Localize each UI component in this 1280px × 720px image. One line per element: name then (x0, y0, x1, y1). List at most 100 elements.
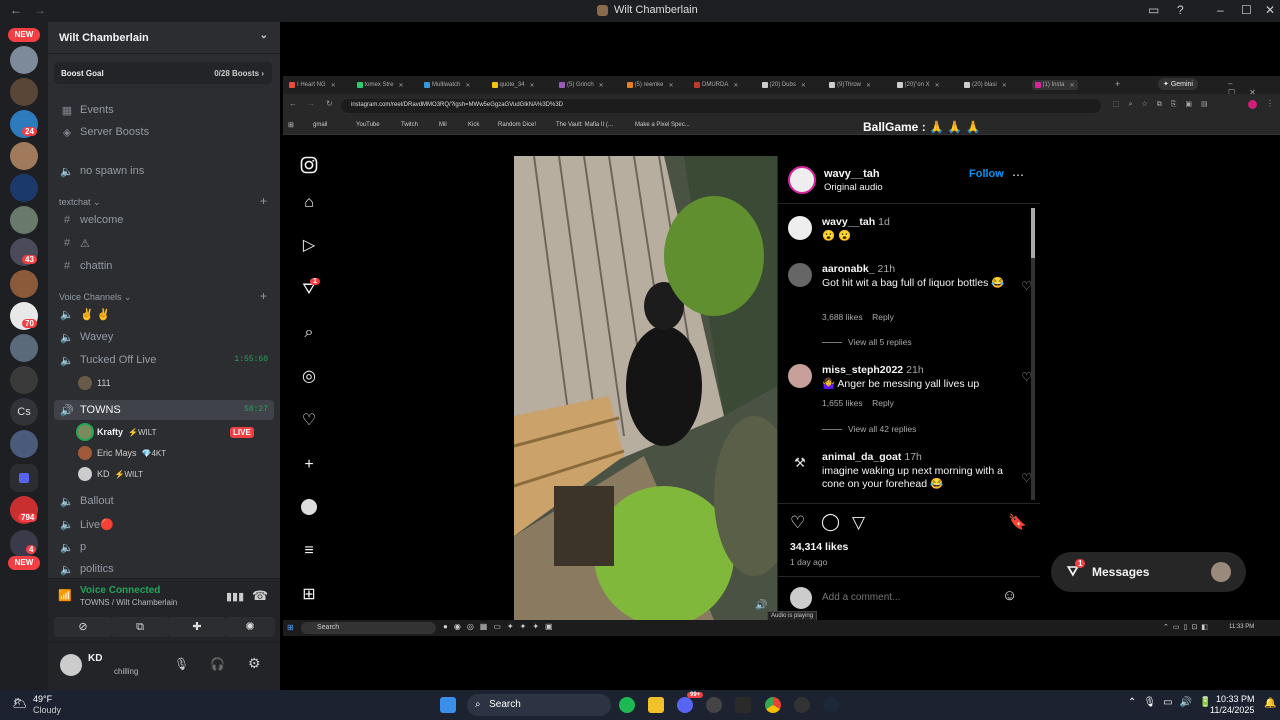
save-icon[interactable]: 🔖 (1008, 513, 1027, 531)
like-comment-icon[interactable]: ♡ (1021, 370, 1032, 384)
browser-tab[interactable]: (20) blasi ✕ (964, 80, 1007, 90)
forward-icon[interactable]: → (307, 99, 315, 108)
steam-icon[interactable] (823, 697, 839, 713)
server-icon[interactable] (10, 334, 38, 362)
gemini-button[interactable]: ✦ Gemini (1158, 78, 1198, 90)
browser-tab[interactable]: DMURDA ✕ (694, 80, 738, 90)
author-avatar[interactable] (788, 166, 816, 194)
audio-icon[interactable]: 🔊 (755, 600, 767, 611)
server-icon[interactable] (10, 530, 38, 558)
avatar[interactable] (788, 263, 812, 287)
bookmark-kick[interactable]: Kick (468, 122, 479, 128)
tab-close-icon[interactable]: ✕ (733, 82, 738, 89)
author-name[interactable]: wavy__tah (824, 168, 880, 180)
avatar[interactable] (788, 216, 812, 240)
profile-icon[interactable] (300, 498, 318, 516)
more-menu-icon[interactable]: ≡ (300, 542, 318, 560)
voice-user-kd[interactable]: KD ⚡WILT (78, 465, 143, 483)
bookmark-gmail[interactable]: gmail (313, 122, 327, 128)
server-icon[interactable] (10, 270, 38, 298)
events-item[interactable]: ▦ Events (60, 101, 114, 119)
browser-tab[interactable]: (20) Dubs ✕ (761, 80, 806, 90)
share-icon[interactable]: ▽ (852, 513, 865, 533)
tab-close-icon[interactable]: ✕ (669, 82, 674, 89)
server-icon[interactable] (10, 366, 38, 394)
app-icon[interactable] (794, 697, 810, 713)
voice-user-eric[interactable]: Eric Mays 💎4KT (78, 444, 166, 462)
comment-meta[interactable]: 3,688 likes Reply (822, 312, 894, 322)
voice-channel-tucked-off[interactable]: 🔈 Tucked Off Live (60, 351, 156, 369)
maximize-button[interactable]: ☐ (1241, 3, 1252, 17)
text-channel-warning[interactable]: # ⚠ (60, 234, 90, 252)
headphones-icon[interactable]: 🎧 (210, 657, 225, 671)
browser-tab[interactable]: (5) reemke ✕ (626, 80, 674, 90)
epic-games-icon[interactable] (735, 697, 751, 713)
extensions-icons[interactable]: ⬚⌕☆⧉⎘▣▤ (1113, 100, 1217, 109)
camera-off-button[interactable]: ⊘ (54, 617, 112, 637)
bookmark-twitch[interactable]: Twitch (401, 122, 418, 128)
browser-tab[interactable]: (9)Throw ✕ (829, 80, 871, 90)
server-boosts-item[interactable]: ◈ Server Boosts (60, 123, 149, 141)
voice-channel-live[interactable]: 🔈 Live🔴 (60, 515, 114, 533)
server-icon[interactable]: Cs (10, 398, 38, 426)
tray-icons[interactable]: ⌃🎙▭🔊🔋 (1128, 697, 1218, 708)
reels-icon[interactable]: ▷ (300, 237, 318, 255)
server-icon[interactable] (10, 430, 38, 458)
forward-arrow-icon[interactable]: → (34, 3, 46, 17)
menu-icon[interactable]: ⋮ (1266, 99, 1274, 108)
browser-tab[interactable]: (20)"on X ✕ (896, 80, 940, 90)
reload-icon[interactable]: ↻ (326, 99, 333, 108)
text-channel-chattin[interactable]: # chattin (60, 257, 112, 275)
app-icon[interactable] (706, 697, 722, 713)
category-voice[interactable]: Voice Channels ⌄ (59, 292, 132, 303)
instagram-logo-icon[interactable] (300, 156, 318, 174)
voice-channel-politics[interactable]: 🔈 politics (60, 560, 113, 578)
text-channel-welcome[interactable]: # welcome (60, 211, 123, 229)
voice-location[interactable]: TOWNS / Wilt Chamberlain (80, 598, 177, 607)
bookmark-mil[interactable]: Mil (439, 122, 447, 128)
bookmark-random-dice[interactable]: Random Dice! (498, 122, 536, 128)
clock-time[interactable]: 10:33 PM (1216, 694, 1255, 704)
bookmark-pixel[interactable]: Make a Pixel Spec... (635, 122, 690, 128)
soundboard-button[interactable]: ✺ (225, 617, 275, 637)
browser-tab[interactable]: I Heart NG ✕ (289, 80, 336, 90)
weather-temp[interactable]: 49°F (33, 694, 52, 704)
boost-goal-bar[interactable]: Boost Goal 0/28 Boosts › (54, 62, 272, 84)
disconnect-icon[interactable]: ☎ (252, 588, 268, 604)
comment-meta[interactable]: 1,655 likes Reply (822, 398, 894, 408)
like-comment-icon[interactable]: ♡ (1021, 471, 1032, 485)
chrome-icon[interactable] (765, 697, 781, 713)
server-icon[interactable] (10, 78, 38, 106)
close-button[interactable]: ✕ (1265, 3, 1275, 17)
taskbar-search[interactable]: ⌕ Search (467, 694, 611, 716)
notifications-heart-icon[interactable]: ♡ (300, 412, 318, 430)
avatar[interactable]: ⚒ (788, 451, 812, 475)
microphone-icon[interactable]: 🎙 (174, 657, 189, 671)
back-icon[interactable]: ← (289, 99, 297, 108)
view-replies-link[interactable]: View all 42 replies (822, 424, 916, 434)
clock-date[interactable]: 11/24/2025 (1210, 705, 1254, 715)
like-icon[interactable]: ♡ (790, 513, 805, 533)
category-textchat[interactable]: textchat ⌄ (59, 197, 101, 208)
browser-tab[interactable]: tomex Stre ✕ (356, 80, 404, 90)
view-replies-link[interactable]: View all 5 replies (822, 337, 912, 347)
new-tab-icon[interactable]: + (1115, 79, 1120, 89)
like-count[interactable]: 34,314 likes (790, 541, 848, 553)
server-icon[interactable] (10, 206, 38, 234)
tab-close-icon[interactable]: ✕ (1002, 82, 1007, 89)
voice-channel-no-spawn[interactable]: 🔈 no spawn ins (60, 162, 144, 180)
discord-icon[interactable] (677, 697, 693, 713)
browser-tab[interactable]: quote_34 ✕ (491, 80, 535, 90)
taskbar-app-icons[interactable]: ●◉◎▦▭✦✦✦▣ (443, 622, 559, 631)
spotify-icon[interactable] (619, 697, 635, 713)
address-bar[interactable]: instagram.com/reel/DRavdMMO3RQ/?igsh=MWw… (341, 99, 1101, 113)
file-explorer-icon[interactable] (648, 697, 664, 713)
search-icon[interactable]: ⌕ (300, 324, 318, 342)
tab-close-icon[interactable]: ✕ (331, 82, 336, 89)
windows-start-icon[interactable] (440, 697, 456, 713)
avatar[interactable] (788, 364, 812, 388)
server-icon[interactable] (10, 46, 38, 74)
home-icon[interactable]: ⌂ (300, 194, 318, 212)
messages-button[interactable]: ⛛ 1 Messages (1051, 552, 1246, 592)
tab-close-icon[interactable]: ✕ (801, 82, 806, 89)
